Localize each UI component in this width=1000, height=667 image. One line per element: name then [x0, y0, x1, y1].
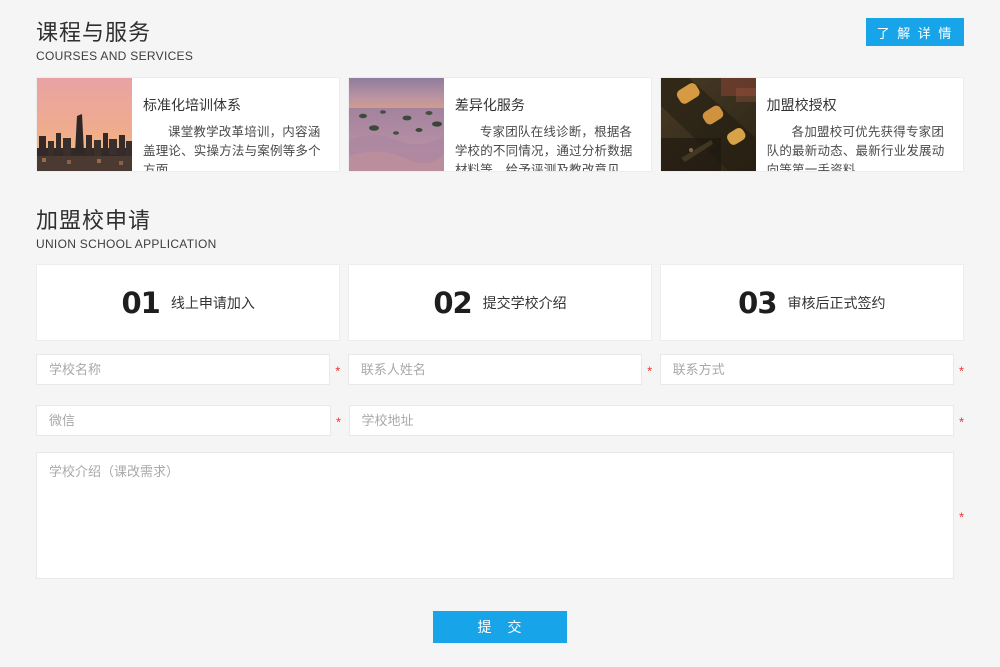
field-contact-method: *: [660, 354, 964, 385]
city-sunset-image: [37, 78, 132, 172]
step-number: 03: [738, 286, 776, 320]
application-title: 加盟校申请: [36, 203, 964, 235]
submit-button[interactable]: 提 交: [433, 611, 567, 643]
field-contact-name: *: [348, 354, 652, 385]
card-franchise-authorization: 加盟校授权 各加盟校可优先获得专家团队的最新动态、最新行业发展动向等第一手资料: [660, 77, 964, 172]
required-asterisk: *: [959, 510, 964, 523]
courses-title: 课程与服务: [36, 15, 964, 47]
field-school-address: *: [349, 405, 965, 436]
film-strip-image: [661, 78, 756, 172]
school-name-input[interactable]: [36, 354, 330, 385]
step-label: 线上申请加入: [171, 293, 255, 313]
card-title: 加盟校授权: [767, 95, 953, 115]
step-label: 提交学校介绍: [483, 293, 567, 313]
field-school-name: *: [36, 354, 340, 385]
school-intro-textarea[interactable]: [36, 452, 954, 579]
courses-section-header: 课程与服务 COURSES AND SERVICES 了 解 详 情: [36, 0, 964, 63]
school-address-input[interactable]: [349, 405, 955, 436]
required-asterisk: *: [959, 415, 964, 428]
application-section-header: 加盟校申请 UNION SCHOOL APPLICATION: [36, 172, 964, 251]
form-row-3: *: [36, 452, 964, 579]
card-description: 各加盟校可优先获得专家团队的最新动态、最新行业发展动向等第一手资料: [767, 123, 953, 172]
required-asterisk: *: [336, 415, 341, 428]
application-form: * * * * * *: [36, 354, 964, 643]
page-container: 课程与服务 COURSES AND SERVICES 了 解 详 情: [35, 0, 965, 643]
desert-dusk-image: [349, 78, 444, 172]
card-title: 标准化培训体系: [143, 95, 329, 115]
required-asterisk: *: [335, 364, 340, 377]
step-2-submit-intro: 02 提交学校介绍: [348, 264, 652, 341]
step-number: 02: [433, 286, 471, 320]
step-number: 01: [121, 286, 159, 320]
card-description: 专家团队在线诊断，根据各学校的不同情况，通过分析数据材料等，给予评测及教改意见: [455, 123, 641, 172]
card-differentiated-service: 差异化服务 专家团队在线诊断，根据各学校的不同情况，通过分析数据材料等，给予评测…: [348, 77, 652, 172]
submit-row: 提 交: [36, 611, 964, 643]
card-standard-training: 标准化培训体系 课堂教学改革培训，内容涵盖理论、实操方法与案例等多个方面: [36, 77, 340, 172]
form-row-1: * * *: [36, 354, 964, 385]
contact-name-input[interactable]: [348, 354, 642, 385]
courses-subtitle: COURSES AND SERVICES: [36, 49, 964, 63]
application-steps-row: 01 线上申请加入 02 提交学校介绍 03 审核后正式签约: [36, 264, 964, 341]
step-label: 审核后正式签约: [788, 293, 886, 313]
form-row-2: * *: [36, 405, 964, 436]
learn-more-button[interactable]: 了 解 详 情: [866, 18, 964, 46]
card-description: 课堂教学改革培训，内容涵盖理论、实操方法与案例等多个方面: [143, 123, 329, 172]
step-1-online-apply: 01 线上申请加入: [36, 264, 340, 341]
wechat-input[interactable]: [36, 405, 331, 436]
required-asterisk: *: [647, 364, 652, 377]
contact-method-input[interactable]: [660, 354, 954, 385]
field-wechat: *: [36, 405, 341, 436]
required-asterisk: *: [959, 364, 964, 377]
card-title: 差异化服务: [455, 95, 641, 115]
application-subtitle: UNION SCHOOL APPLICATION: [36, 237, 964, 251]
step-3-sign-contract: 03 审核后正式签约: [660, 264, 964, 341]
service-cards-row: 标准化培训体系 课堂教学改革培训，内容涵盖理论、实操方法与案例等多个方面: [36, 77, 964, 172]
field-school-intro: *: [36, 452, 964, 579]
